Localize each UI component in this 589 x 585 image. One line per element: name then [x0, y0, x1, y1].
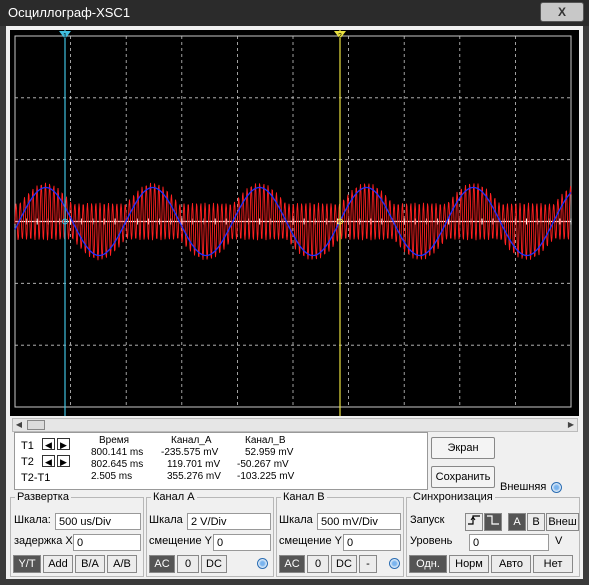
channel-a-radio[interactable]	[257, 558, 268, 569]
t2-t1-label: T2-T1	[21, 472, 51, 484]
mode-add-button[interactable]: Add	[43, 555, 73, 573]
trigger-title: Синхронизация	[411, 491, 495, 503]
channel-a-ac-button[interactable]: AC	[149, 555, 175, 573]
channel-b-value: -103.225 mV	[237, 471, 295, 482]
x-delay-label: задержка X	[14, 535, 73, 547]
oscilloscope-screen: 12	[10, 30, 579, 416]
t2-label: T2	[21, 456, 34, 468]
channel-b-scale-label: Шкала	[279, 514, 313, 526]
close-button[interactable]: X	[540, 2, 584, 22]
save-button[interactable]: Сохранить	[431, 466, 495, 488]
x-delay-field[interactable]: 0	[73, 534, 141, 551]
timebase-group: Развертка Шкала: 500 us/Div задержка X 0…	[10, 491, 144, 577]
screen-button[interactable]: Экран	[431, 437, 495, 459]
t1-label: T1	[21, 440, 34, 452]
timebase-scale-field[interactable]: 500 us/Div	[55, 513, 141, 530]
trigger-level-field[interactable]: 0	[469, 534, 549, 551]
channel-a-header: Канал_A	[171, 435, 212, 446]
trigger-normal-button[interactable]: Норм	[449, 555, 489, 573]
channel-a-scale-label: Шкала	[149, 514, 183, 526]
channel-b-column: Канал_B 52.959 mV -50.267 mV -103.225 mV	[237, 435, 294, 483]
t1-right-arrow-icon[interactable]: ▶	[57, 438, 70, 450]
t2-right-arrow-icon[interactable]: ▶	[57, 455, 70, 467]
time-value: 802.645 ms	[91, 459, 144, 470]
scroll-thumb[interactable]	[27, 420, 45, 430]
trigger-level-unit: V	[555, 535, 563, 547]
cursor-t1-marker-label: 1	[63, 33, 67, 40]
channel-b-radio[interactable]	[389, 558, 400, 569]
channel-b-offset-field[interactable]: 0	[343, 534, 401, 551]
cursor-t2-marker-label: 2	[338, 33, 342, 40]
channel-a-value: -235.575 mV	[161, 447, 219, 458]
mode-ba-button[interactable]: B/A	[75, 555, 105, 573]
t2-left-arrow-icon[interactable]: ◀	[42, 455, 55, 467]
mode-yt-button[interactable]: Y/T	[13, 555, 41, 573]
timebase-title: Развертка	[15, 491, 71, 503]
channel-a-value: 119.701 mV	[167, 459, 221, 470]
instrument-panel: 12 ◀ ▶ T1 T2 T2-T1 ◀ ▶ ◀ ▶ Время 800.141…	[6, 26, 583, 579]
rising-edge-icon[interactable]	[465, 513, 483, 531]
channel-b-ac-button[interactable]: AC	[279, 555, 305, 573]
window-title: Осциллограф-XSC1	[8, 5, 131, 20]
scroll-left-arrow-icon[interactable]: ◀	[13, 419, 25, 431]
trigger-edge-label: Запуск	[410, 514, 445, 526]
channel-b-zero-button[interactable]: 0	[307, 555, 329, 573]
falling-edge-icon[interactable]	[484, 513, 502, 531]
time-scrollbar[interactable]: ◀ ▶	[12, 418, 578, 432]
trigger-auto-button[interactable]: Авто	[491, 555, 531, 573]
trigger-source-a-button[interactable]: A	[508, 513, 526, 531]
channel-b-title: Канал В	[281, 491, 327, 503]
channel-a-title: Канал А	[151, 491, 197, 503]
rising-edge-glyph-icon	[468, 515, 480, 525]
channel-a-offset-label: смещение Y	[149, 535, 212, 547]
trigger-source-b-button[interactable]: B	[527, 513, 545, 531]
time-column: Время 800.141 ms 802.645 ms 2.505 ms	[91, 435, 143, 483]
external-trigger-label: Внешняя	[500, 481, 547, 493]
channel-b-group: Канал В Шкала 500 mV/Div смещение Y 0 AC…	[276, 491, 404, 577]
scroll-right-arrow-icon[interactable]: ▶	[565, 419, 577, 431]
external-trigger-radio[interactable]	[551, 482, 562, 493]
trigger-source-ext-button[interactable]: Внеш	[546, 513, 579, 531]
measurement-panel: T1 T2 T2-T1 ◀ ▶ ◀ ▶ Время 800.141 ms 802…	[14, 432, 428, 490]
oscilloscope-window: Осциллограф-XSC1 X 12 ◀ ▶ T1 T2 T2-T1 ◀ …	[0, 0, 589, 585]
channel-b-offset-label: смещение Y	[279, 535, 342, 547]
channel-b-scale-field[interactable]: 500 mV/Div	[317, 513, 401, 530]
channel-b-invert-button[interactable]: -	[359, 555, 377, 573]
channel-b-dc-button[interactable]: DC	[331, 555, 357, 573]
channel-a-value: 355.276 mV	[167, 471, 221, 482]
trigger-single-button[interactable]: Одн.	[409, 555, 447, 573]
trigger-level-label: Уровень	[410, 535, 453, 547]
channel-a-zero-button[interactable]: 0	[177, 555, 199, 573]
time-value: 800.141 ms	[91, 447, 144, 458]
channel-a-scale-field[interactable]: 2 V/Div	[187, 513, 271, 530]
trigger-group: Синхронизация Запуск A B Внеш Уровень 0 …	[406, 491, 580, 577]
channel-a-dc-button[interactable]: DC	[201, 555, 227, 573]
t1-left-arrow-icon[interactable]: ◀	[42, 438, 55, 450]
timebase-scale-label: Шкала:	[14, 514, 51, 526]
mode-ab-button[interactable]: A/B	[107, 555, 137, 573]
time-header: Время	[99, 435, 130, 446]
channel-b-header: Канал_B	[245, 435, 286, 446]
channel-b-value: -50.267 mV	[237, 459, 289, 470]
channel-b-value: 52.959 mV	[245, 447, 294, 458]
channel-a-column: Канал_A -235.575 mV 119.701 mV 355.276 m…	[161, 435, 221, 483]
channel-a-group: Канал А Шкала 2 V/Div смещение Y 0 AC 0 …	[146, 491, 274, 577]
oscilloscope-display: 12	[10, 30, 579, 416]
falling-edge-glyph-icon	[487, 515, 499, 525]
trigger-none-button[interactable]: Нет	[533, 555, 573, 573]
time-value: 2.505 ms	[91, 471, 133, 482]
channel-a-offset-field[interactable]: 0	[213, 534, 271, 551]
title-bar[interactable]: Осциллограф-XSC1 X	[0, 0, 589, 26]
